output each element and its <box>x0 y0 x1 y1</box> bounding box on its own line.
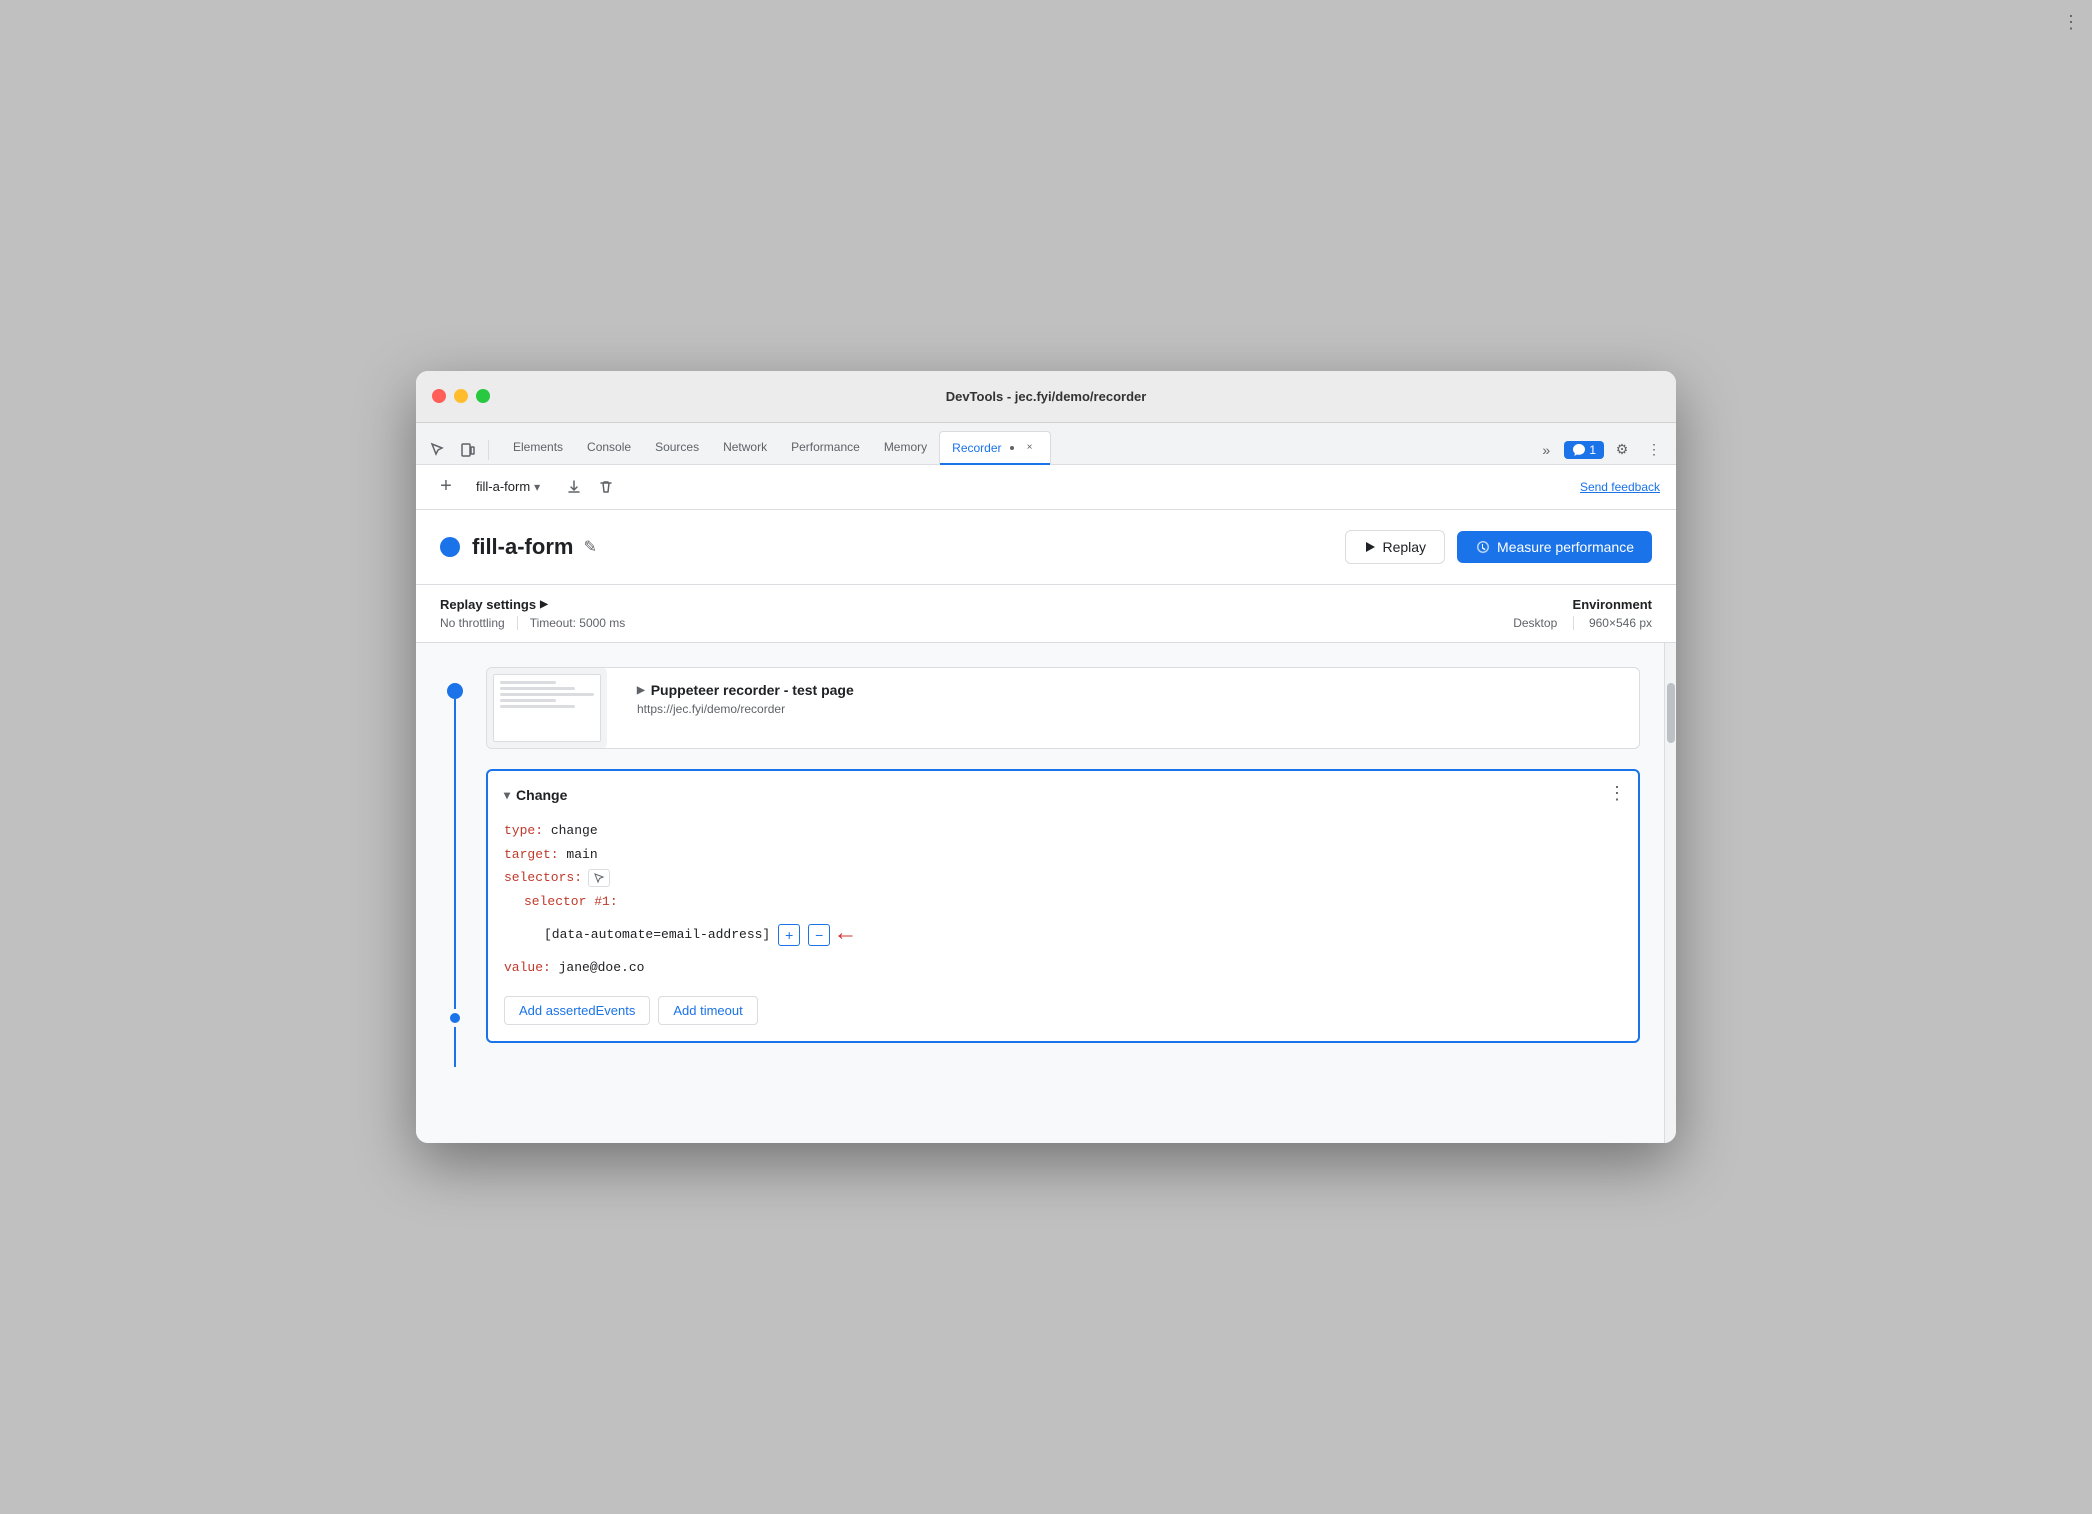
recorder-tab-close[interactable]: × <box>1022 440 1038 456</box>
window-controls <box>432 389 490 403</box>
step-1-card: ▶ Puppeteer recorder - test page https:/… <box>486 667 1640 749</box>
minimize-button[interactable] <box>454 389 468 403</box>
more-options-icon[interactable]: ⋮ <box>1640 436 1668 464</box>
step-1-thumbnail <box>487 668 607 748</box>
scrollbar-thumb[interactable] <box>1667 683 1675 743</box>
tab-console[interactable]: Console <box>575 430 643 464</box>
tab-recorder[interactable]: Recorder × <box>939 431 1050 465</box>
arrow-indicator: ← <box>838 913 852 956</box>
code-selectors-line: selectors: <box>504 866 1622 889</box>
thumb-line-4 <box>500 699 556 702</box>
step-2-card: ▾ Change ⋮ type: change target: main <box>486 769 1640 1042</box>
step-1-url: https://jec.fyi/demo/recorder <box>637 702 1625 716</box>
recording-title: fill-a-form <box>472 534 573 560</box>
timeline-node-1 <box>447 683 463 699</box>
replay-settings-right: Environment Desktop 960×546 px <box>1513 597 1652 631</box>
step-2-more-button[interactable]: ⋮ <box>1608 783 1626 804</box>
replay-settings-bar: Replay settings ▶ No throttling Timeout:… <box>416 585 1676 644</box>
code-value-line: value: jane@doe.co <box>504 956 1622 979</box>
more-tabs-icon[interactable]: » <box>1532 436 1560 464</box>
replay-settings-left: Replay settings ▶ No throttling Timeout:… <box>440 597 1513 630</box>
timeline <box>440 667 470 1066</box>
code-target-line: target: main <box>504 843 1622 866</box>
devtools-window: DevTools - jec.fyi/demo/recorder Element… <box>416 371 1676 1144</box>
recording-selector[interactable]: fill-a-form ▾ <box>468 475 548 498</box>
tab-memory[interactable]: Memory <box>872 430 939 464</box>
step-2-expand-icon[interactable]: ▾ <box>504 788 510 802</box>
maximize-button[interactable] <box>476 389 490 403</box>
timeline-node-2 <box>450 1013 460 1023</box>
close-button[interactable] <box>432 389 446 403</box>
chat-button[interactable]: 1 <box>1564 441 1604 459</box>
steps-list: ▶ Puppeteer recorder - test page https:/… <box>486 667 1640 1066</box>
code-type-line: type: change <box>504 819 1622 842</box>
export-recording-button[interactable] <box>560 473 588 501</box>
code-selector1-value-line: [data-automate=email-address] + − ← <box>504 913 1622 956</box>
environment-title: Environment <box>1513 597 1652 612</box>
device-icon[interactable] <box>454 436 482 464</box>
replay-settings-details: No throttling Timeout: 5000 ms <box>440 616 1513 630</box>
selector-picker-icon[interactable] <box>588 869 610 887</box>
code-block: type: change target: main selectors: <box>504 819 1622 979</box>
thumbnail-content <box>493 674 601 742</box>
scrollbar-track <box>1664 643 1676 1143</box>
step-1-expand-icon[interactable]: ▶ <box>637 685 645 696</box>
replay-settings-arrow: ▶ <box>540 599 548 610</box>
window-title: DevTools - jec.fyi/demo/recorder <box>946 389 1147 404</box>
devtools-tab-bar: Elements Console Sources Network Perform… <box>416 423 1676 465</box>
tab-performance[interactable]: Performance <box>779 430 872 464</box>
timeline-line-2 <box>454 1027 456 1067</box>
step-1-content: ▶ Puppeteer recorder - test page https:/… <box>623 668 1639 730</box>
action-buttons: Add assertedEvents Add timeout <box>504 996 1622 1025</box>
remove-selector-button[interactable]: − <box>808 924 830 946</box>
settings-divider <box>517 616 518 630</box>
recording-status-dot <box>440 537 460 557</box>
add-recording-button[interactable]: + <box>432 473 460 501</box>
thumb-line-5 <box>500 705 575 708</box>
add-asserted-events-button[interactable]: Add assertedEvents <box>504 996 650 1025</box>
environment-details: Desktop 960×546 px <box>1513 616 1652 631</box>
step-2-header: ▾ Change <box>504 787 1622 803</box>
thumb-line-3 <box>500 693 594 696</box>
edit-recording-icon[interactable]: ✎ <box>583 537 596 557</box>
replay-button[interactable]: Replay <box>1345 530 1445 564</box>
scroll-area: ▶ Puppeteer recorder - test page https:/… <box>416 643 1664 1143</box>
tab-network[interactable]: Network <box>711 430 779 464</box>
tabs-right-area: » 1 ⚙ ⋮ <box>1532 436 1668 464</box>
add-timeout-button[interactable]: Add timeout <box>658 996 757 1025</box>
inspect-icon[interactable] <box>424 436 452 464</box>
timeline-line-1 <box>454 699 456 1008</box>
tab-divider <box>488 440 489 460</box>
delete-recording-button[interactable] <box>592 473 620 501</box>
titlebar: DevTools - jec.fyi/demo/recorder <box>416 371 1676 423</box>
code-selector1-label: selector #1: <box>504 890 1622 913</box>
settings-icon[interactable]: ⚙ <box>1608 436 1636 464</box>
devtools-tools <box>424 436 493 464</box>
toolbar-actions <box>560 473 620 501</box>
send-feedback-link[interactable]: Send feedback <box>1580 480 1660 494</box>
replay-settings-title[interactable]: Replay settings ▶ <box>440 597 1513 612</box>
steps-area: ▶ Puppeteer recorder - test page https:/… <box>416 643 1664 1143</box>
thumb-line-1 <box>500 681 556 684</box>
add-selector-button[interactable]: + <box>778 924 800 946</box>
recorder-toolbar: + fill-a-form ▾ Send feedback <box>416 465 1676 510</box>
thumb-line-2 <box>500 687 575 690</box>
dropdown-icon: ▾ <box>534 480 540 494</box>
steps-wrapper: ▶ Puppeteer recorder - test page https:/… <box>416 643 1664 1066</box>
step-1-title: ▶ Puppeteer recorder - test page <box>637 682 1625 698</box>
env-divider <box>1573 616 1574 630</box>
tab-sources[interactable]: Sources <box>643 430 711 464</box>
recorder-header: fill-a-form ✎ Replay Measure performance <box>416 510 1676 585</box>
main-content-area: ▶ Puppeteer recorder - test page https:/… <box>416 643 1676 1143</box>
tab-elements[interactable]: Elements <box>501 430 575 464</box>
measure-performance-button[interactable]: Measure performance <box>1457 531 1652 563</box>
